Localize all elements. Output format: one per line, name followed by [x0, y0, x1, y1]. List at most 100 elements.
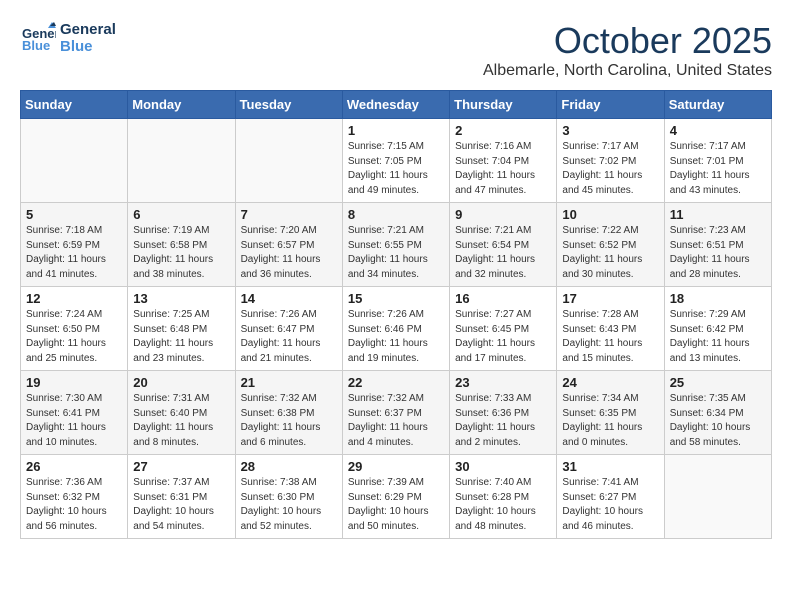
- day-info: Sunrise: 7:21 AM Sunset: 6:55 PM Dayligh…: [348, 224, 444, 282]
- month-title: October 2025: [483, 20, 772, 62]
- weekday-header: Sunday: [21, 91, 128, 119]
- day-info: Sunrise: 7:39 AM Sunset: 6:29 PM Dayligh…: [348, 476, 444, 534]
- day-info: Sunrise: 7:26 AM Sunset: 6:47 PM Dayligh…: [241, 308, 337, 366]
- calendar-cell: 24 Sunrise: 7:34 AM Sunset: 6:35 PM Dayli…: [557, 371, 664, 455]
- day-number: 2: [455, 123, 551, 138]
- calendar-cell: 13Sunrise: 7:25 AM Sunset: 6:48 PM Dayli…: [128, 287, 235, 371]
- day-number: 27: [133, 459, 229, 474]
- calendar-cell: 19 Sunrise: 7:30 AM Sunset: 6:41 PM Dayli…: [21, 371, 128, 455]
- weekday-header: Friday: [557, 91, 664, 119]
- day-number: 24: [562, 375, 658, 390]
- calendar-cell: 17 Sunrise: 7:28 AM Sunset: 6:43 PM Dayli…: [557, 287, 664, 371]
- day-info: Sunrise: 7:30 AM Sunset: 6:41 PM Dayligh…: [26, 392, 122, 450]
- day-info: Sunrise: 7:34 AM Sunset: 6:35 PM Dayligh…: [562, 392, 658, 450]
- calendar-cell: 27 Sunrise: 7:37 AM Sunset: 6:31 PM Dayli…: [128, 455, 235, 539]
- day-number: 29: [348, 459, 444, 474]
- calendar-cell: 12 Sunrise: 7:24 AM Sunset: 6:50 PM Dayli…: [21, 287, 128, 371]
- svg-text:Blue: Blue: [22, 38, 50, 53]
- day-info: Sunrise: 7:17 AM Sunset: 7:02 PM Dayligh…: [562, 140, 658, 198]
- day-info: Sunrise: 7:35 AM Sunset: 6:34 PM Dayligh…: [670, 392, 766, 450]
- logo-icon: General Blue: [20, 20, 56, 56]
- calendar-week-row: 12 Sunrise: 7:24 AM Sunset: 6:50 PM Dayli…: [21, 287, 772, 371]
- calendar-week-row: 5Sunrise: 7:18 AM Sunset: 6:59 PM Daylig…: [21, 203, 772, 287]
- page-header: General Blue General Blue October 2025 A…: [20, 20, 772, 80]
- calendar-cell: 8 Sunrise: 7:21 AM Sunset: 6:55 PM Daylig…: [342, 203, 449, 287]
- calendar-cell: 11Sunrise: 7:23 AM Sunset: 6:51 PM Dayli…: [664, 203, 771, 287]
- calendar-cell: 25 Sunrise: 7:35 AM Sunset: 6:34 PM Dayli…: [664, 371, 771, 455]
- day-info: Sunrise: 7:17 AM Sunset: 7:01 PM Dayligh…: [670, 140, 766, 198]
- calendar-cell: 10 Sunrise: 7:22 AM Sunset: 6:52 PM Dayli…: [557, 203, 664, 287]
- weekday-header: Thursday: [450, 91, 557, 119]
- location: Albemarle, North Carolina, United States: [483, 62, 772, 80]
- day-number: 6: [133, 207, 229, 222]
- day-number: 28: [241, 459, 337, 474]
- day-number: 22: [348, 375, 444, 390]
- day-info: Sunrise: 7:22 AM Sunset: 6:52 PM Dayligh…: [562, 224, 658, 282]
- day-info: Sunrise: 7:31 AM Sunset: 6:40 PM Dayligh…: [133, 392, 229, 450]
- day-info: Sunrise: 7:26 AM Sunset: 6:46 PM Dayligh…: [348, 308, 444, 366]
- day-number: 19: [26, 375, 122, 390]
- calendar-cell: 3Sunrise: 7:17 AM Sunset: 7:02 PM Daylig…: [557, 119, 664, 203]
- calendar-cell: 20 Sunrise: 7:31 AM Sunset: 6:40 PM Dayli…: [128, 371, 235, 455]
- day-number: 10: [562, 207, 658, 222]
- calendar-cell: 23Sunrise: 7:33 AM Sunset: 6:36 PM Dayli…: [450, 371, 557, 455]
- calendar-week-row: 26Sunrise: 7:36 AM Sunset: 6:32 PM Dayli…: [21, 455, 772, 539]
- calendar-week-row: 1 Sunrise: 7:15 AM Sunset: 7:05 PM Daylig…: [21, 119, 772, 203]
- calendar-header: SundayMondayTuesdayWednesdayThursdayFrid…: [21, 91, 772, 119]
- day-number: 9: [455, 207, 551, 222]
- day-number: 23: [455, 375, 551, 390]
- day-info: Sunrise: 7:20 AM Sunset: 6:57 PM Dayligh…: [241, 224, 337, 282]
- logo-line2: Blue: [60, 38, 116, 55]
- day-number: 18: [670, 291, 766, 306]
- day-info: Sunrise: 7:15 AM Sunset: 7:05 PM Dayligh…: [348, 140, 444, 198]
- calendar-cell: 31 Sunrise: 7:41 AM Sunset: 6:27 PM Dayli…: [557, 455, 664, 539]
- logo-line1: General: [60, 21, 116, 38]
- day-number: 21: [241, 375, 337, 390]
- calendar-table: SundayMondayTuesdayWednesdayThursdayFrid…: [20, 90, 772, 539]
- day-info: Sunrise: 7:21 AM Sunset: 6:54 PM Dayligh…: [455, 224, 551, 282]
- day-info: Sunrise: 7:24 AM Sunset: 6:50 PM Dayligh…: [26, 308, 122, 366]
- calendar-cell: 30 Sunrise: 7:40 AM Sunset: 6:28 PM Dayli…: [450, 455, 557, 539]
- day-info: Sunrise: 7:19 AM Sunset: 6:58 PM Dayligh…: [133, 224, 229, 282]
- weekday-header: Tuesday: [235, 91, 342, 119]
- calendar-cell: 1 Sunrise: 7:15 AM Sunset: 7:05 PM Daylig…: [342, 119, 449, 203]
- calendar-cell: [21, 119, 128, 203]
- day-number: 30: [455, 459, 551, 474]
- day-number: 7: [241, 207, 337, 222]
- day-number: 13: [133, 291, 229, 306]
- calendar-cell: 5Sunrise: 7:18 AM Sunset: 6:59 PM Daylig…: [21, 203, 128, 287]
- day-number: 1: [348, 123, 444, 138]
- calendar-week-row: 19 Sunrise: 7:30 AM Sunset: 6:41 PM Dayli…: [21, 371, 772, 455]
- day-number: 25: [670, 375, 766, 390]
- calendar-cell: [664, 455, 771, 539]
- calendar-cell: 7 Sunrise: 7:20 AM Sunset: 6:57 PM Daylig…: [235, 203, 342, 287]
- title-block: October 2025 Albemarle, North Carolina, …: [483, 20, 772, 80]
- calendar-cell: 22Sunrise: 7:32 AM Sunset: 6:37 PM Dayli…: [342, 371, 449, 455]
- day-info: Sunrise: 7:28 AM Sunset: 6:43 PM Dayligh…: [562, 308, 658, 366]
- day-info: Sunrise: 7:37 AM Sunset: 6:31 PM Dayligh…: [133, 476, 229, 534]
- calendar-cell: 15 Sunrise: 7:26 AM Sunset: 6:46 PM Dayli…: [342, 287, 449, 371]
- calendar-cell: 2 Sunrise: 7:16 AM Sunset: 7:04 PM Daylig…: [450, 119, 557, 203]
- day-number: 8: [348, 207, 444, 222]
- day-info: Sunrise: 7:36 AM Sunset: 6:32 PM Dayligh…: [26, 476, 122, 534]
- calendar-cell: 6 Sunrise: 7:19 AM Sunset: 6:58 PM Daylig…: [128, 203, 235, 287]
- calendar-cell: 21 Sunrise: 7:32 AM Sunset: 6:38 PM Dayli…: [235, 371, 342, 455]
- day-number: 4: [670, 123, 766, 138]
- day-info: Sunrise: 7:40 AM Sunset: 6:28 PM Dayligh…: [455, 476, 551, 534]
- day-info: Sunrise: 7:16 AM Sunset: 7:04 PM Dayligh…: [455, 140, 551, 198]
- day-number: 17: [562, 291, 658, 306]
- calendar-cell: [235, 119, 342, 203]
- day-number: 15: [348, 291, 444, 306]
- day-info: Sunrise: 7:18 AM Sunset: 6:59 PM Dayligh…: [26, 224, 122, 282]
- day-number: 20: [133, 375, 229, 390]
- day-info: Sunrise: 7:41 AM Sunset: 6:27 PM Dayligh…: [562, 476, 658, 534]
- day-info: Sunrise: 7:38 AM Sunset: 6:30 PM Dayligh…: [241, 476, 337, 534]
- day-number: 31: [562, 459, 658, 474]
- day-info: Sunrise: 7:32 AM Sunset: 6:38 PM Dayligh…: [241, 392, 337, 450]
- logo: General Blue General Blue: [20, 20, 116, 56]
- weekday-header: Wednesday: [342, 91, 449, 119]
- calendar-cell: 16Sunrise: 7:27 AM Sunset: 6:45 PM Dayli…: [450, 287, 557, 371]
- day-number: 14: [241, 291, 337, 306]
- calendar-cell: [128, 119, 235, 203]
- day-number: 12: [26, 291, 122, 306]
